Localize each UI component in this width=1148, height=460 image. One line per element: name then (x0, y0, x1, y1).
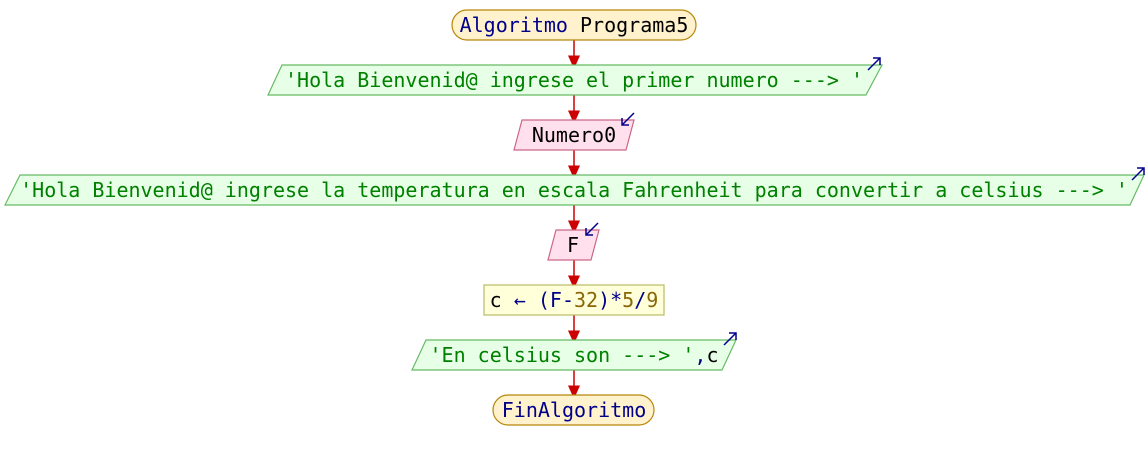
output-variable: c (706, 343, 718, 367)
expr-number-9: 9 (646, 288, 658, 312)
process-node[interactable]: c ← (F-32)*5/9 (483, 284, 665, 316)
output-node-1[interactable]: 'Hola Bienvenid@ ingrese el primer numer… (267, 57, 883, 96)
expr-number-5: 5 (622, 288, 634, 312)
input-text-2: F (567, 233, 579, 257)
expr-open: (F- (538, 288, 574, 312)
start-node[interactable]: Algoritmo Programa5 (451, 9, 697, 41)
input-node-1[interactable]: Numero0 (513, 112, 635, 151)
svg-text:'En celsius son ---> ',c: 'En celsius son ---> ',c (430, 343, 719, 367)
end-node[interactable]: FinAlgoritmo (492, 394, 655, 426)
output-node-2[interactable]: 'Hola Bienvenid@ ingrese la temperatura … (4, 167, 1145, 206)
assign-variable: c (490, 288, 502, 312)
expr-mid: )* (598, 288, 622, 312)
input-text-1: Numero0 (532, 123, 616, 147)
algorithm-name: Programa5 (580, 13, 688, 37)
end-keyword: FinAlgoritmo (502, 398, 647, 422)
output-text-3: 'En celsius son ---> ' (430, 343, 695, 367)
start-keyword: Algoritmo (460, 13, 568, 37)
output-node-3[interactable]: 'En celsius son ---> ',c (411, 332, 737, 371)
assign-arrow-icon: ← (514, 288, 526, 312)
expr-number-32: 32 (574, 288, 598, 312)
expr-slash: / (634, 288, 646, 312)
output-separator: , (694, 343, 706, 367)
input-node-2[interactable]: F (547, 222, 600, 261)
flowchart: Algoritmo Programa5 'Hola Bienvenid@ ing… (4, 9, 1145, 426)
svg-text:Algoritmo Progra: Algoritmo Programa5 (460, 13, 689, 37)
svg-text:c ←: c ← (F-32)*5/9 (490, 288, 659, 312)
output-text-2: 'Hola Bienvenid@ ingrese la temperatura … (20, 178, 1128, 202)
output-text-1: 'Hola Bienvenid@ ingrese el primer numer… (285, 68, 863, 92)
